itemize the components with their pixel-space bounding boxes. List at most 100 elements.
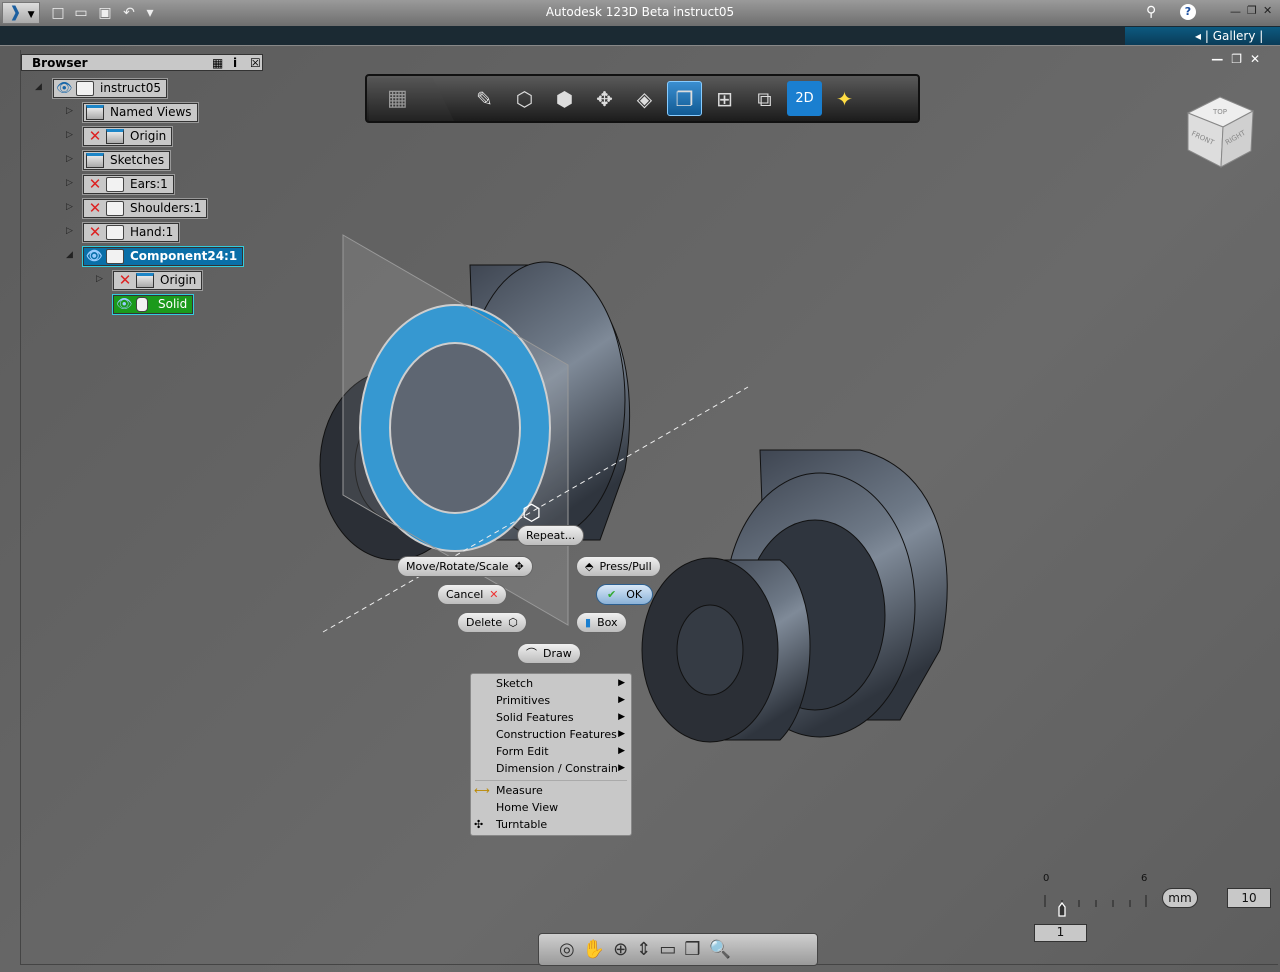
repeat-label: Repeat...	[526, 529, 576, 542]
expand-icon[interactable]: ▷	[66, 106, 73, 116]
folder-icon	[106, 129, 124, 144]
expand-icon[interactable]: ▷	[66, 226, 73, 236]
render-tool-button[interactable]: ✦	[827, 81, 862, 116]
box-button[interactable]: ▮ Box	[576, 612, 627, 633]
hidden-eye-icon[interactable]: ✕	[116, 273, 134, 288]
model-scene[interactable]: ⬡	[0, 0, 1280, 972]
move-rotate-scale-button[interactable]: Move/Rotate/Scale ✥	[397, 556, 533, 577]
look-icon[interactable]: ⇕	[636, 939, 651, 960]
scale-slider-thumb[interactable]	[1057, 902, 1067, 918]
repeat-button[interactable]: Repeat...	[517, 525, 585, 546]
context-menu: Sketch ▶ Primitives ▶ Solid Features ▶ Cons…	[470, 673, 632, 836]
unit-button[interactable]: mm	[1162, 888, 1198, 908]
expand-icon[interactable]: ▷	[66, 202, 73, 212]
camera-icon[interactable]: ▭	[659, 939, 676, 960]
menu-item-sketch[interactable]: Sketch ▶	[471, 675, 631, 692]
pattern-tool-button[interactable]: ◈	[627, 81, 662, 116]
tree-node-named-views[interactable]: Named Views	[82, 102, 199, 123]
expand-icon[interactable]: ▷	[66, 130, 73, 140]
menu-separator	[475, 780, 627, 781]
browser-panel-header: Browser ▦ i ☒	[21, 54, 263, 71]
submenu-arrow-icon: ▶	[618, 695, 625, 705]
collapse-icon[interactable]: ◢	[66, 250, 73, 260]
tree-node-solid[interactable]: 👁 Solid	[111, 294, 195, 315]
menu-item-dimension-constrain[interactable]: Dimension / Constrain ▶	[471, 760, 631, 777]
box-icon: ▮	[585, 616, 592, 629]
view-cube[interactable]: TOP FRONT RIGHT	[1185, 95, 1255, 170]
draw-arc-icon: ⌒	[526, 647, 537, 660]
eye-icon[interactable]: 👁	[86, 249, 104, 264]
expand-icon[interactable]: ▷	[66, 154, 73, 164]
calculator-icon[interactable]: ▦	[212, 55, 223, 71]
press-pull-button[interactable]: ⬘ Press/Pull	[576, 556, 661, 577]
modify-tool-button[interactable]: ✥	[587, 81, 622, 116]
tree-node-origin[interactable]: ✕ Origin	[81, 126, 174, 147]
right-cylinder-part[interactable]	[641, 449, 948, 743]
eye-icon[interactable]: 👁	[56, 81, 74, 96]
menu-item-construction-features[interactable]: Construction Features ▶	[471, 726, 631, 743]
menu-item-solid-features[interactable]: Solid Features ▶	[471, 709, 631, 726]
component-icon	[106, 201, 124, 216]
menu-item-form-edit[interactable]: Form Edit ▶	[471, 743, 631, 760]
hidden-eye-icon[interactable]: ✕	[86, 201, 104, 216]
folder-icon	[86, 105, 104, 120]
display-mode-icon[interactable]: ❒	[684, 939, 700, 960]
hidden-eye-icon[interactable]: ✕	[86, 177, 104, 192]
navigation-bar: ◎ ✋ ⊕ ⇕ ▭ ❒ 🔍	[538, 933, 818, 966]
draw-button[interactable]: ⌒ Draw	[517, 643, 581, 664]
orbit-icon[interactable]: ◎	[559, 939, 575, 960]
menu-item-turntable[interactable]: ✣ Turntable	[471, 816, 631, 833]
menu-label: Measure	[496, 784, 543, 797]
view-style-tool-button[interactable]: ❐	[667, 81, 702, 116]
menu-item-home-view[interactable]: Home View	[471, 799, 631, 816]
node-label: Named Views	[110, 105, 192, 119]
primitives-tool-button[interactable]: ⬡	[507, 81, 542, 116]
expand-icon[interactable]: ▷	[66, 178, 73, 188]
hidden-eye-icon[interactable]: ✕	[86, 129, 104, 144]
browser-title: Browser	[32, 56, 88, 70]
ok-button[interactable]: ✔ OK	[596, 584, 654, 605]
node-label: instruct05	[100, 81, 162, 95]
close-browser-icon[interactable]: ☒	[250, 55, 261, 71]
tree-node-component24[interactable]: 👁 Component24:1	[81, 246, 245, 267]
menu-label: Turntable	[496, 818, 548, 831]
menu-item-measure[interactable]: ⟷ Measure	[471, 782, 631, 799]
multi-view-tool-button[interactable]: ⊞	[707, 81, 742, 116]
press-pull-icon: ⬘	[585, 560, 594, 573]
scale-max-label: 6	[1141, 873, 1148, 884]
menu-item-primitives[interactable]: Primitives ▶	[471, 692, 631, 709]
tree-node-sketches[interactable]: Sketches	[81, 150, 172, 171]
delete-label: Delete	[466, 616, 503, 629]
tree-node-hand[interactable]: ✕ Hand:1	[81, 222, 181, 243]
cancel-button[interactable]: Cancel ✕	[437, 584, 508, 605]
sketch-tool-button[interactable]: ✎	[467, 81, 502, 116]
delete-button[interactable]: Delete ⬡	[457, 612, 527, 633]
node-label: Ears:1	[130, 177, 168, 191]
tree-node-component-origin[interactable]: ✕ Origin	[111, 270, 204, 291]
collapse-icon[interactable]: ◢	[35, 82, 42, 92]
tree-node-instruct05[interactable]: 👁 instruct05	[51, 78, 169, 99]
delete-cube-icon: ⬡	[508, 616, 518, 629]
2d-drawing-tool-button[interactable]: 2D	[787, 81, 822, 116]
combine-tool-button[interactable]: ⧉	[747, 81, 782, 116]
tree-node-shoulders[interactable]: ✕ Shoulders:1	[81, 198, 209, 219]
slider-value-field[interactable]: 1	[1034, 924, 1087, 942]
zoom-icon[interactable]: ⊕	[613, 939, 628, 960]
tree-node-ears[interactable]: ✕ Ears:1	[82, 174, 175, 195]
menu-label: Sketch	[496, 677, 534, 690]
expand-icon[interactable]: ▷	[96, 274, 103, 284]
viewcube-top-label[interactable]: TOP	[1212, 108, 1227, 116]
component-icon	[106, 249, 124, 264]
zoom-window-icon[interactable]: 🔍	[708, 939, 730, 960]
pan-hand-icon[interactable]: ✋	[583, 939, 605, 960]
component-icon	[106, 177, 124, 192]
cancel-label: Cancel	[446, 588, 484, 601]
hidden-eye-icon[interactable]: ✕	[86, 225, 104, 240]
node-label: Hand:1	[130, 225, 174, 239]
info-icon[interactable]: i	[233, 55, 237, 71]
menu-label: Form Edit	[496, 745, 549, 758]
construct-tool-button[interactable]: ⬢	[547, 81, 582, 116]
draw-label: Draw	[543, 647, 572, 660]
eye-icon[interactable]: 👁	[116, 297, 134, 312]
grid-size-field[interactable]: 10	[1227, 888, 1271, 908]
